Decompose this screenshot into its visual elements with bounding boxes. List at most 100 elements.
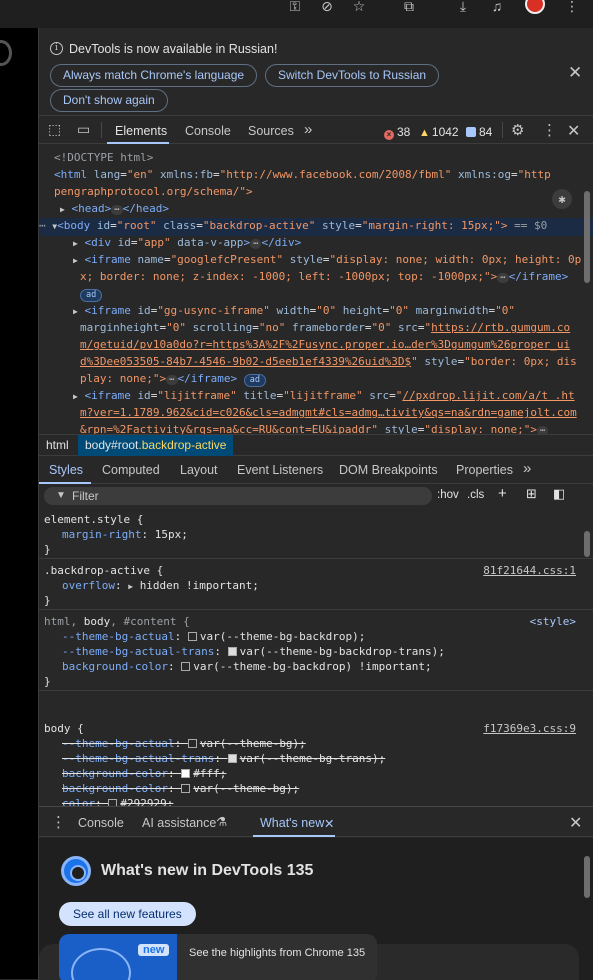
property-value[interactable]: var(--theme-bg-backdrop-trans); xyxy=(240,645,445,658)
color-swatch[interactable] xyxy=(227,754,237,763)
dom-line[interactable]: &rpn=%2Factivity&rqs=na&cc=RU&cont=EU&ip… xyxy=(39,422,593,434)
more-subtabs-icon[interactable]: » xyxy=(523,460,531,477)
expand-triangle-icon[interactable]: ▶ xyxy=(39,205,65,214)
property-name[interactable]: --theme-bg-actual-trans xyxy=(62,752,214,765)
collapsed-ellipsis[interactable]: ⋯ xyxy=(166,375,178,385)
property-name[interactable]: --theme-bg-actual xyxy=(62,630,175,643)
device-toolbar-icon[interactable]: ▭ xyxy=(77,121,90,138)
property-value[interactable]: hidden !important; xyxy=(140,579,259,592)
color-swatch[interactable] xyxy=(181,784,191,793)
key-icon[interactable]: ⚿ xyxy=(284,0,306,16)
drawer-menu-icon[interactable]: ⋮ xyxy=(51,813,66,831)
collapsed-ellipsis[interactable]: ⋯ xyxy=(537,426,549,434)
tab-styles[interactable]: Styles xyxy=(49,463,83,477)
dom-line[interactable]: m/getuid/pv10a0do?r=https%3A%2F%2Fusync.… xyxy=(39,337,593,354)
star-icon[interactable]: ☆ xyxy=(348,0,370,16)
menu-kebab-icon[interactable]: ⋮ xyxy=(561,0,583,16)
color-swatch[interactable] xyxy=(227,647,237,656)
iframe-src-link[interactable]: //pxdrop.lijit.com/a/t .ht xyxy=(402,389,574,402)
node-options-icon[interactable]: ⋯ xyxy=(39,219,46,232)
dom-line-div-app[interactable]: ▶ <div id="app" data-v-app> ⋯ </div> xyxy=(39,235,593,253)
dom-tree-scrollbar[interactable] xyxy=(584,191,590,283)
close-tab-icon[interactable]: ✕ xyxy=(324,816,334,831)
dom-line[interactable]: marginheight="0" scrolling="no" framebor… xyxy=(39,320,593,337)
property-name[interactable]: overflow xyxy=(62,579,115,592)
tab-event-listeners[interactable]: Event Listeners xyxy=(237,463,323,477)
settings-gear-icon[interactable]: ⚙ xyxy=(511,121,524,139)
iframe-src-link[interactable]: d%3Dee053505-84b7-4546-9b02-d5eeb1ef4339… xyxy=(39,355,411,368)
property-name[interactable]: background-color xyxy=(62,767,168,780)
property-name[interactable]: background-color xyxy=(62,660,168,673)
rule-source-link[interactable]: f17369e3.css:9 xyxy=(483,721,576,736)
drawer-scrollbar[interactable] xyxy=(584,856,590,898)
tab-computed[interactable]: Computed xyxy=(102,463,160,477)
hover-state-toggle[interactable]: :hov xyxy=(437,489,459,501)
sidebar-toggle-icon[interactable]: ◧ xyxy=(553,486,565,502)
dom-line[interactable]: play: none;"> ⋯ </iframe> ad xyxy=(39,371,593,388)
styles-scrollbar[interactable] xyxy=(584,531,590,557)
dom-line[interactable]: x; border: none; z-index: -1000; left: -… xyxy=(39,269,593,286)
inspect-element-icon[interactable]: ⬚ xyxy=(48,121,61,138)
dom-line[interactable]: d%3Dee053505-84b7-4546-9b02-d5eeb1ef4339… xyxy=(39,354,593,371)
collapsed-ellipsis[interactable]: ⋯ xyxy=(250,239,262,249)
dom-line-iframe-googlefc[interactable]: ▶ <iframe name="googlefcPresent" style="… xyxy=(39,252,593,270)
property-value[interactable]: var(--theme-bg-backdrop) !important; xyxy=(193,660,431,673)
accessibility-icon[interactable]: ✱ xyxy=(552,189,572,209)
tab-properties[interactable]: Properties xyxy=(456,463,513,477)
ad-badge[interactable]: ad xyxy=(80,289,103,302)
error-count[interactable]: × 38 xyxy=(384,125,410,140)
translate-icon[interactable]: ⊘ xyxy=(316,0,338,16)
expand-triangle-icon[interactable]: ▶ xyxy=(39,239,78,248)
property-name[interactable]: color xyxy=(62,797,95,806)
iframe-src-link[interactable]: &rpn=%2Factivity&rqs=na&cc=RU&cont=EU&ip… xyxy=(39,423,371,434)
close-devtools-icon[interactable]: ✕ xyxy=(567,121,580,141)
tab-console-drawer[interactable]: Console xyxy=(78,816,124,830)
tab-sources[interactable]: Sources xyxy=(248,124,294,138)
property-value[interactable]: #fff; xyxy=(193,767,226,780)
rule-source-link[interactable]: 81f21644.css:1 xyxy=(483,563,576,578)
tab-dom-breakpoints[interactable]: DOM Breakpoints xyxy=(339,463,438,477)
color-swatch[interactable] xyxy=(187,739,197,748)
expand-triangle-icon[interactable]: ▶ xyxy=(128,582,133,591)
match-language-button[interactable]: Always match Chrome's language xyxy=(50,64,258,87)
property-value[interactable]: 15px; xyxy=(155,528,188,541)
tab-layout[interactable]: Layout xyxy=(180,463,218,477)
color-swatch[interactable] xyxy=(181,662,191,671)
breadcrumb-body[interactable]: body#root.backdrop-active xyxy=(78,435,234,456)
new-rule-plus-icon[interactable]: + xyxy=(498,485,507,502)
expand-triangle-icon[interactable]: ▶ xyxy=(39,392,78,401)
property-value[interactable]: var(--theme-bg); xyxy=(200,737,306,750)
expand-triangle-icon[interactable]: ▶ xyxy=(39,307,78,316)
property-name[interactable]: --theme-bg-actual xyxy=(62,737,175,750)
iframe-src-link[interactable]: m/getuid/pv10a0do?r=https%3A%2F%2Fusync.… xyxy=(39,338,570,351)
dom-line[interactable]: pengraphprotocol.org/schema/"> xyxy=(39,184,593,201)
extensions-icon[interactable]: ⧉ xyxy=(398,0,420,16)
highlights-card[interactable]: new See the highlights from Chrome 135 xyxy=(59,934,377,980)
rule-source-link[interactable]: <style> xyxy=(530,614,576,629)
dom-line-head[interactable]: ▶ <head> ⋯ </head> xyxy=(39,201,593,219)
property-value[interactable]: var(--theme-bg); xyxy=(193,782,299,795)
class-toggle[interactable]: .cls xyxy=(467,489,484,501)
property-value[interactable]: #292929; xyxy=(120,797,173,806)
dont-show-again-button[interactable]: Don't show again xyxy=(50,89,168,112)
color-swatch[interactable] xyxy=(181,769,191,778)
ad-badge[interactable]: ad xyxy=(243,374,266,387)
computed-styles-icon[interactable]: ⊞ xyxy=(526,486,537,502)
property-name[interactable]: margin-right xyxy=(62,528,141,541)
iframe-src-link[interactable]: m?ver=1.1789.962&cid=c026&cls=admgmt#cls… xyxy=(39,406,577,419)
info-count[interactable]: 84 xyxy=(466,125,492,139)
iframe-src-link[interactable]: https://rtb.gumgum.co xyxy=(431,321,570,334)
profile-avatar[interactable] xyxy=(525,0,545,14)
dom-line-iframe-gumgum[interactable]: ▶ <iframe id="gg-usync-iframe" width="0"… xyxy=(39,303,593,321)
collapsed-ellipsis[interactable]: ⋯ xyxy=(497,273,509,283)
tab-whats-new[interactable]: What's new xyxy=(260,816,324,830)
dom-line[interactable]: <html lang="en" xmlns:fb="http://www.fac… xyxy=(39,167,593,184)
download-icon[interactable]: ⤓ xyxy=(452,0,474,16)
property-value[interactable]: var(--theme-bg-trans); xyxy=(240,752,386,765)
collapsed-ellipsis[interactable]: ⋯ xyxy=(111,205,123,215)
property-name[interactable]: --theme-bg-actual-trans xyxy=(62,645,214,658)
warning-count[interactable]: ▲ 1042 xyxy=(419,125,459,139)
tab-console[interactable]: Console xyxy=(185,124,231,138)
dom-line-body-selected[interactable]: ⋯ ▼<body id="root" class="backdrop-activ… xyxy=(39,218,593,236)
switch-russian-button[interactable]: Switch DevTools to Russian xyxy=(265,64,440,87)
